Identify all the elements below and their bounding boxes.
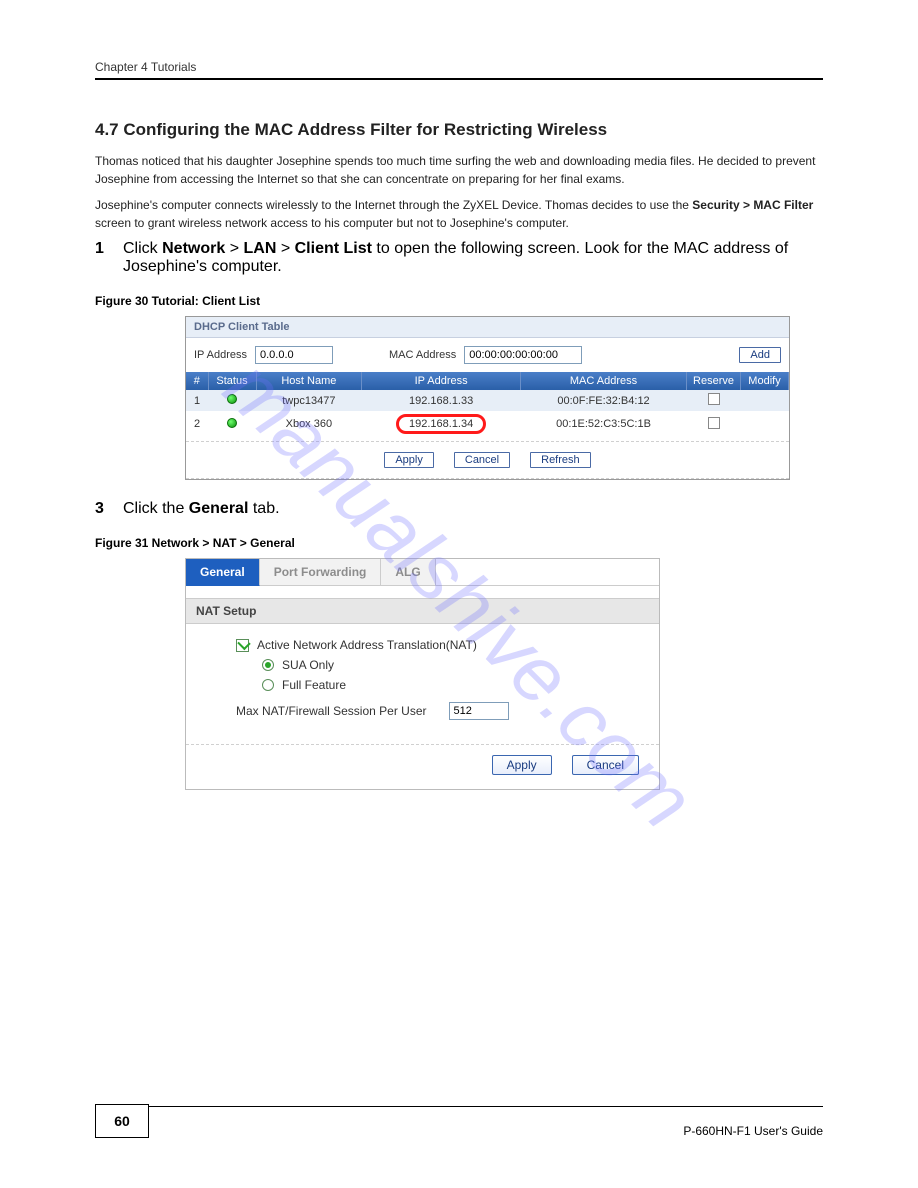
circled-ip: 192.168.1.34: [396, 414, 486, 434]
step2-prefix: Click the: [123, 500, 189, 517]
ip-address-label: IP Address: [194, 349, 247, 361]
radio-sua-only[interactable]: [262, 659, 274, 671]
radio-full-feature[interactable]: [262, 679, 274, 691]
cell-host: Xbox 360: [256, 411, 362, 437]
intro-paragraph-2: Josephine's computer connects wirelessly…: [95, 196, 823, 232]
page-number: 60: [95, 1104, 149, 1138]
cell-modify: [741, 390, 789, 411]
status-icon: [227, 418, 237, 428]
cell-mac: 00:1E:52:C3:5C:1B: [521, 411, 687, 437]
tab-general[interactable]: General: [186, 559, 260, 586]
cell-index: 1: [186, 390, 208, 411]
intro2-prefix: Josephine's computer connects wirelessly…: [95, 198, 692, 212]
top-rule: [95, 78, 823, 80]
col-modify: Modify: [741, 372, 789, 390]
mac-address-label: MAC Address: [389, 349, 456, 361]
cell-ip: 192.168.1.34: [362, 411, 521, 437]
intro2-suffix: screen to grant wireless network access …: [95, 216, 569, 230]
tab-alg[interactable]: ALG: [381, 559, 435, 586]
step-text: Click Network > LAN > Client List to ope…: [123, 240, 823, 276]
nat-active-checkbox[interactable]: [236, 639, 249, 652]
tabs-filler: [436, 559, 659, 586]
step1-menu3: Client List: [295, 240, 372, 257]
apply-button[interactable]: Apply: [384, 452, 434, 468]
nat-tabs: General Port Forwarding ALG: [186, 559, 659, 586]
nat-section-title: NAT Setup: [186, 598, 659, 624]
figure1-caption: Figure 30 Tutorial: Client List: [95, 294, 823, 308]
nat-panel: General Port Forwarding ALG NAT Setup Ac…: [185, 558, 660, 790]
cell-status: [208, 390, 256, 411]
col-reserve: Reserve: [687, 372, 741, 390]
nat-active-label: Active Network Address Translation(NAT): [257, 638, 477, 652]
step1-menu1: Network: [162, 240, 225, 257]
cell-index: 2: [186, 411, 208, 437]
intro-paragraph-1: Thomas noticed that his daughter Josephi…: [95, 152, 823, 188]
cell-mac: 00:0F:FE:32:B4:12: [521, 390, 687, 411]
nat-apply-button[interactable]: Apply: [492, 755, 552, 775]
ip-address-input[interactable]: [255, 346, 333, 364]
step-number: 1: [95, 240, 113, 276]
refresh-button[interactable]: Refresh: [530, 452, 591, 468]
cell-status: [208, 411, 256, 437]
cell-modify: [741, 411, 789, 437]
section-title: 4.7 Configuring the MAC Address Filter f…: [95, 120, 823, 140]
tab-port-forwarding[interactable]: Port Forwarding: [260, 559, 382, 586]
table-row: 1 twpc13477 192.168.1.33 00:0F:FE:32:B4:…: [186, 390, 789, 411]
footer: 60 P-660HN-F1 User's Guide: [95, 1104, 823, 1138]
add-button[interactable]: Add: [739, 347, 781, 363]
step1-gt1: >: [230, 240, 244, 257]
step-3: 3 Click the General tab.: [95, 500, 823, 518]
session-label: Max NAT/Firewall Session Per User: [236, 704, 427, 718]
col-hostname: Host Name: [256, 372, 362, 390]
reserve-checkbox[interactable]: [708, 393, 720, 405]
step2-suffix: tab.: [253, 500, 280, 517]
figure2-caption: Figure 31 Network > NAT > General: [95, 536, 823, 550]
step-number: 3: [95, 500, 113, 518]
radio-sua-label: SUA Only: [282, 658, 334, 672]
status-icon: [227, 394, 237, 404]
step1-menu2: LAN: [243, 240, 276, 257]
nat-cancel-button[interactable]: Cancel: [572, 755, 639, 775]
chapter-label: Chapter 4 Tutorials: [95, 60, 196, 74]
step1-gt2: >: [281, 240, 295, 257]
radio-full-label: Full Feature: [282, 678, 346, 692]
col-ip: IP Address: [362, 372, 521, 390]
dhcp-title: DHCP Client Table: [186, 317, 789, 338]
col-mac: MAC Address: [521, 372, 687, 390]
step1-prefix: Click: [123, 240, 162, 257]
intro2-menu: Security > MAC Filter: [692, 198, 813, 212]
step-text: Click the General tab.: [123, 500, 280, 518]
cell-reserve: [687, 411, 741, 437]
step2-tab: General: [189, 500, 249, 517]
cancel-button[interactable]: Cancel: [454, 452, 510, 468]
cell-reserve: [687, 390, 741, 411]
dhcp-client-table-panel: DHCP Client Table IP Address MAC Address…: [185, 316, 790, 480]
col-index: #: [186, 372, 208, 390]
session-input[interactable]: [449, 702, 509, 720]
mac-address-input[interactable]: [464, 346, 582, 364]
cell-ip: 192.168.1.33: [362, 390, 521, 411]
col-status: Status: [208, 372, 256, 390]
table-row: 2 Xbox 360 192.168.1.34 00:1E:52:C3:5C:1…: [186, 411, 789, 437]
manual-title: P-660HN-F1 User's Guide: [95, 1124, 823, 1138]
dhcp-table: # Status Host Name IP Address MAC Addres…: [186, 372, 789, 437]
cell-host: twpc13477: [256, 390, 362, 411]
step-1: 1 Click Network > LAN > Client List to o…: [95, 240, 823, 276]
reserve-checkbox[interactable]: [708, 417, 720, 429]
